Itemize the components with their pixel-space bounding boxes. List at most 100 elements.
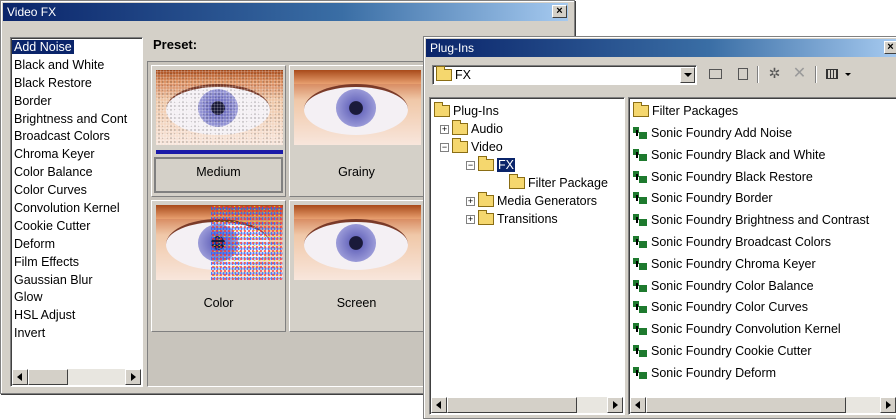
- scroll-right-button[interactable]: [125, 369, 141, 385]
- up-folder-button[interactable]: [705, 65, 726, 84]
- close-button[interactable]: ×: [552, 5, 567, 18]
- plugins-tree[interactable]: Plug-Ins + Audio − Video − FX Filter Packag…: [429, 97, 625, 415]
- effects-list[interactable]: Add Noise Black and White Black Restore Bor…: [10, 37, 143, 387]
- new-package-button[interactable]: ✲: [764, 65, 785, 84]
- plugin-items: Sonic Foundry Add Noise Sonic Foundry Bla…: [633, 123, 869, 385]
- effect-list-item[interactable]: Border: [11, 93, 142, 111]
- effects-horizontal-scrollbar[interactable]: [12, 369, 141, 385]
- collapse-icon[interactable]: −: [466, 161, 475, 170]
- effect-list-item[interactable]: Film Effects: [11, 254, 142, 272]
- list-folder-filter-packages[interactable]: Filter Packages: [633, 102, 738, 120]
- collapse-icon[interactable]: −: [440, 143, 449, 152]
- tree-item-plug-ins[interactable]: Plug-Ins: [434, 102, 499, 120]
- close-button[interactable]: ×: [884, 41, 896, 54]
- path-dropdown[interactable]: FX: [432, 65, 697, 85]
- view-dropdown-button[interactable]: [842, 65, 854, 84]
- effect-label: Chroma Keyer: [14, 147, 95, 162]
- effect-label: Border: [14, 93, 52, 108]
- effect-label: Black Restore: [14, 75, 92, 90]
- plugin-list-item[interactable]: Sonic Foundry Black Restore: [633, 167, 869, 189]
- scroll-thumb[interactable]: [447, 397, 577, 413]
- plugin-list-item[interactable]: Sonic Foundry Broadcast Colors: [633, 232, 869, 254]
- expand-icon[interactable]: +: [440, 125, 449, 134]
- plugin-icon: [633, 191, 647, 205]
- plugin-icon: [633, 300, 647, 314]
- preset-grainy-label: Grainy: [338, 165, 375, 179]
- delete-button[interactable]: ✕: [789, 65, 810, 84]
- tree-item-media-generators[interactable]: + Media Generators: [466, 192, 597, 210]
- scroll-left-button[interactable]: [630, 397, 646, 413]
- view-button[interactable]: [821, 65, 842, 84]
- path-value-wrap: FX: [436, 66, 471, 83]
- tree-item-filter-package[interactable]: Filter Package: [509, 174, 608, 192]
- effect-list-item[interactable]: Chroma Keyer: [11, 146, 142, 164]
- plugin-list-item[interactable]: Sonic Foundry Border: [633, 188, 869, 210]
- effect-list-item[interactable]: Color Balance: [11, 164, 142, 182]
- scroll-left-button[interactable]: [12, 369, 28, 385]
- plugin-list-item[interactable]: Sonic Foundry Color Balance: [633, 276, 869, 298]
- tree-item-fx[interactable]: − FX: [466, 156, 515, 174]
- effect-list-item[interactable]: Brightness and Cont: [11, 111, 142, 129]
- scroll-thumb[interactable]: [28, 369, 68, 385]
- effect-list-item[interactable]: Add Noise: [11, 39, 142, 57]
- plugin-list-item[interactable]: Sonic Foundry Add Noise: [633, 123, 869, 145]
- plugin-list-item[interactable]: Sonic Foundry Convolution Kernel: [633, 319, 869, 341]
- arrow-right-icon: [131, 373, 136, 381]
- iris: [336, 224, 376, 262]
- color-noise-overlay: [211, 205, 283, 280]
- plugin-list-item[interactable]: Sonic Foundry Chroma Keyer: [633, 254, 869, 276]
- plugin-icon: [633, 126, 647, 140]
- effect-list-item[interactable]: Black and White: [11, 57, 142, 75]
- scroll-right-button[interactable]: [607, 397, 623, 413]
- folder-open-icon: [436, 66, 452, 81]
- up-folder-icon: [709, 69, 722, 79]
- effect-list-item[interactable]: HSL Adjust: [11, 307, 142, 325]
- preset-medium-label: Medium: [196, 165, 241, 179]
- expand-icon[interactable]: +: [466, 197, 475, 206]
- list-horizontal-scrollbar[interactable]: [630, 397, 896, 413]
- tree-label: Transitions: [497, 212, 558, 226]
- plugins-titlebar[interactable]: Plug-Ins: [426, 39, 896, 57]
- arrow-right-icon: [886, 401, 891, 409]
- window-title: Plug-Ins: [430, 41, 475, 55]
- effect-list-item[interactable]: Broadcast Colors: [11, 128, 142, 146]
- plugin-list-item[interactable]: Sonic Foundry Brightness and Contrast: [633, 210, 869, 232]
- plugin-icon: [633, 213, 647, 227]
- effect-list-item[interactable]: Gaussian Blur: [11, 272, 142, 290]
- preset-medium[interactable]: Medium: [151, 65, 286, 197]
- tree-label: Audio: [471, 122, 503, 136]
- video-fx-titlebar[interactable]: Video FX: [3, 3, 568, 21]
- folder-icon: [478, 210, 494, 225]
- effect-list-item[interactable]: Black Restore: [11, 75, 142, 93]
- path-dropdown-button[interactable]: [680, 67, 695, 83]
- plugin-list-item[interactable]: Sonic Foundry Deform: [633, 363, 869, 385]
- plugin-label: Sonic Foundry Border: [651, 191, 773, 206]
- effect-list-item[interactable]: Convolution Kernel: [11, 200, 142, 218]
- tree-horizontal-scrollbar[interactable]: [431, 397, 623, 413]
- effect-list-item[interactable]: Deform: [11, 236, 142, 254]
- tree-item-transitions[interactable]: + Transitions: [466, 210, 558, 228]
- effect-list-item[interactable]: Invert: [11, 325, 142, 343]
- preset-screen[interactable]: Screen: [289, 200, 424, 332]
- tree-item-video[interactable]: − Video: [440, 138, 503, 156]
- plugin-list-item[interactable]: Sonic Foundry Black and White: [633, 145, 869, 167]
- preset-medium-thumbnail: [156, 70, 283, 145]
- plugin-list-item[interactable]: Sonic Foundry Cookie Cutter: [633, 341, 869, 363]
- preset-grainy[interactable]: Grainy: [289, 65, 424, 197]
- plugins-list[interactable]: Filter Packages Sonic Foundry Add Noise S…: [628, 97, 896, 415]
- tree-item-audio[interactable]: + Audio: [440, 120, 503, 138]
- plugin-list-item[interactable]: Sonic Foundry Color Curves: [633, 297, 869, 319]
- plugin-label: Sonic Foundry Brightness and Contrast: [651, 213, 870, 228]
- scroll-thumb[interactable]: [646, 397, 846, 413]
- scroll-right-button[interactable]: [880, 397, 896, 413]
- path-value: FX: [455, 68, 471, 82]
- effect-list-item[interactable]: Glow: [11, 289, 142, 307]
- expand-icon[interactable]: +: [466, 215, 475, 224]
- effect-label: HSL Adjust: [14, 308, 76, 323]
- scroll-left-button[interactable]: [431, 397, 447, 413]
- effect-list-item[interactable]: Color Curves: [11, 182, 142, 200]
- refresh-button[interactable]: [732, 65, 753, 84]
- preset-color[interactable]: Color: [151, 200, 286, 332]
- plugin-icon: [633, 344, 647, 358]
- effect-list-item[interactable]: Cookie Cutter: [11, 218, 142, 236]
